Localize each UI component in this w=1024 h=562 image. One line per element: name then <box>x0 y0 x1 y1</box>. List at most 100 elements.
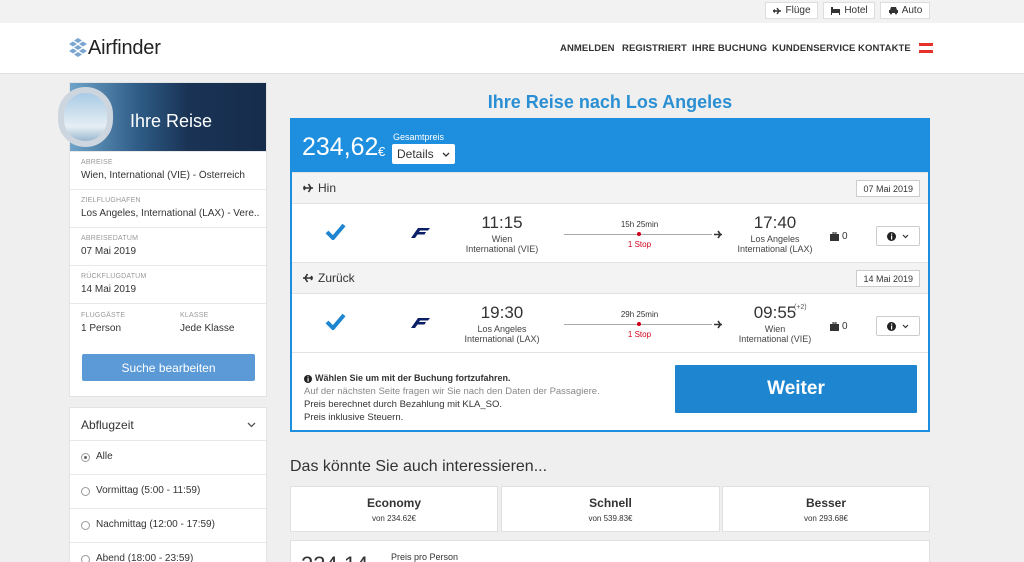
chevron-down-icon[interactable] <box>247 422 256 428</box>
price-bar: 234,62 € Gesamtpreis Details <box>292 120 928 172</box>
filter-option-label: Abend (18:00 - 23:59) <box>96 553 194 562</box>
outbound-flight-row[interactable]: 11:15 Wien International (VIE) 15h 25min… <box>292 204 928 262</box>
flight-offer-card: 234,62 € Gesamtpreis Details Hin 07 Mai … <box>290 118 930 432</box>
austria-flag-icon[interactable] <box>919 43 933 53</box>
hotel-link[interactable]: Hotel <box>823 2 875 19</box>
outbound-departure-time: 11:15 <box>481 213 523 232</box>
passengers-class-field: FLUGGÄSTE 1 Person KLASSE Jede Klasse <box>70 303 266 343</box>
departure-value: Wien, International (VIE) - Österreich <box>81 170 245 181</box>
nav-login[interactable]: ANMELDEN <box>560 43 615 54</box>
radio-evening[interactable] <box>81 555 90 562</box>
inbound-info-button[interactable] <box>876 316 920 336</box>
suggestion-better[interactable]: Besser von 293.68€ <box>722 486 930 532</box>
return-date-label: RÜCKFLUGDATUM <box>81 273 147 280</box>
price-per-person-label: Preis pro Person <box>391 552 459 562</box>
return-date-field: RÜCKFLUGDATUM 14 Mai 2019 <box>70 265 266 303</box>
details-label: Details <box>397 147 434 161</box>
luggage-icon <box>830 322 839 331</box>
outbound-date: 07 Mai 2019 <box>856 180 920 197</box>
car-icon <box>888 7 898 15</box>
chevron-down-icon <box>442 152 450 157</box>
outbound-header: Hin 07 Mai 2019 <box>292 172 928 204</box>
suggestion-title: Economy <box>366 496 421 510</box>
departure-date-label: ABREISEDATUM <box>81 235 139 242</box>
inbound-date: 14 Mai 2019 <box>856 270 920 287</box>
info-icon <box>887 321 896 331</box>
radio-afternoon[interactable] <box>81 521 90 530</box>
flights-label: Flüge <box>785 5 811 16</box>
inbound-departure-airport-line1: Los Angeles <box>477 324 527 334</box>
inbound-departure-airport-line2: International (LAX) <box>464 334 540 344</box>
tax-note: Preis inklusive Steuern. <box>304 412 404 423</box>
destination-value: Los Angeles, International (LAX) - Vere.… <box>81 208 259 219</box>
inbound-arrival-day-offset: (+2) <box>794 304 807 311</box>
plane-icon <box>303 273 313 283</box>
nav-register[interactable]: REGISTRIERT <box>622 43 687 54</box>
filter-option-label: Alle <box>96 451 113 462</box>
radio-morning[interactable] <box>81 487 90 496</box>
info-icon <box>887 231 896 241</box>
inbound-arrival-airport-line1: Wien <box>764 324 786 334</box>
continue-hint: Wählen Sie um mit der Buchung fortzufahr… <box>304 372 511 385</box>
filter-option-morning[interactable]: Vormittag (5:00 - 11:59) <box>70 474 266 508</box>
plane-icon <box>773 7 782 14</box>
chevron-down-icon <box>902 324 909 328</box>
nav-customer-service[interactable]: KUNDENSERVICE <box>772 43 855 54</box>
logo-text[interactable]: Airfinder <box>88 37 161 60</box>
car-label: Auto <box>901 5 923 16</box>
outbound-departure-airport-line2: International (VIE) <box>465 244 539 254</box>
filter-option-label: Nachmittag (12:00 - 17:59) <box>96 519 215 530</box>
inbound-header: Zurück 14 Mai 2019 <box>292 262 928 294</box>
outbound-bags: 0 <box>842 231 848 242</box>
edit-search-button[interactable]: Suche bearbeiten <box>82 354 255 381</box>
inbound-stop-dot <box>637 322 641 326</box>
nav-my-booking[interactable]: IHRE BUCHUNG <box>692 43 767 54</box>
details-dropdown[interactable]: Details <box>392 144 455 164</box>
next-offer-card[interactable]: 234,14 Preis pro Person <box>290 540 930 562</box>
suggestion-economy[interactable]: Economy von 234.62€ <box>290 486 498 532</box>
total-price-label: Gesamtpreis <box>393 132 445 142</box>
flights-link[interactable]: Flüge <box>765 2 818 19</box>
inbound-departure-time: 19:30 <box>480 303 524 322</box>
return-date-value: 14 Mai 2019 <box>81 284 137 295</box>
outbound-info-button[interactable] <box>876 226 920 246</box>
passengers-value: 1 Person <box>81 323 122 334</box>
filter-option-evening[interactable]: Abend (18:00 - 23:59) <box>70 542 266 562</box>
outbound-stop-dot <box>637 232 641 236</box>
hotel-label: Hotel <box>844 5 868 16</box>
suggestions-title: Das könnte Sie auch interessieren... <box>290 458 548 475</box>
inbound-arrival-airport-line2: International (VIE) <box>738 334 812 344</box>
filter-option-all[interactable]: Alle <box>70 440 266 474</box>
departure-field: ABREISE Wien, International (VIE) - Öste… <box>70 151 266 189</box>
inbound-label: Zurück <box>318 271 355 285</box>
suggestion-fast[interactable]: Schnell von 539.83€ <box>501 486 720 532</box>
page-title: Ihre Reise nach Los Angeles <box>487 92 733 112</box>
plane-icon <box>714 230 722 239</box>
checkmark-icon <box>325 313 346 330</box>
suggestion-price: von 293.68€ <box>803 514 849 523</box>
top-bar: Flüge Hotel Auto <box>0 0 1024 23</box>
departure-time-filter: Abflugzeit Alle Vormittag (5:00 - 11:59)… <box>69 407 267 562</box>
outbound-arrival-airport-line1: Los Angeles <box>750 234 800 244</box>
bed-icon <box>831 7 841 15</box>
currency-symbol: € <box>378 144 386 159</box>
checkmark-icon <box>325 223 346 240</box>
class-label: KLASSE <box>180 312 209 319</box>
suggestion-title: Besser <box>805 496 847 510</box>
finnair-logo-icon <box>411 228 430 238</box>
nav-contact[interactable]: KONTAKTE <box>858 43 911 54</box>
filter-option-afternoon[interactable]: Nachmittag (12:00 - 17:59) <box>70 508 266 542</box>
departure-date-field: ABREISEDATUM 07 Mai 2019 <box>70 227 266 265</box>
radio-all[interactable] <box>81 453 90 462</box>
payment-note: Preis berechnet durch Bezahlung mit KLA_… <box>304 399 503 410</box>
car-link[interactable]: Auto <box>880 2 930 19</box>
outbound-arrival-airport-line2: International (LAX) <box>737 244 813 254</box>
inbound-flight-row[interactable]: 19:30 Los Angeles International (LAX) 29… <box>292 294 928 352</box>
continue-button[interactable]: Weiter <box>675 365 917 413</box>
total-price: 234,62 <box>302 133 379 161</box>
outbound-stops: 1 Stop <box>627 240 652 249</box>
plane-icon <box>714 320 722 329</box>
suggestion-price: von 234.62€ <box>371 514 417 523</box>
plane-window-image <box>58 87 113 147</box>
suggestion-title: Schnell <box>589 496 632 510</box>
